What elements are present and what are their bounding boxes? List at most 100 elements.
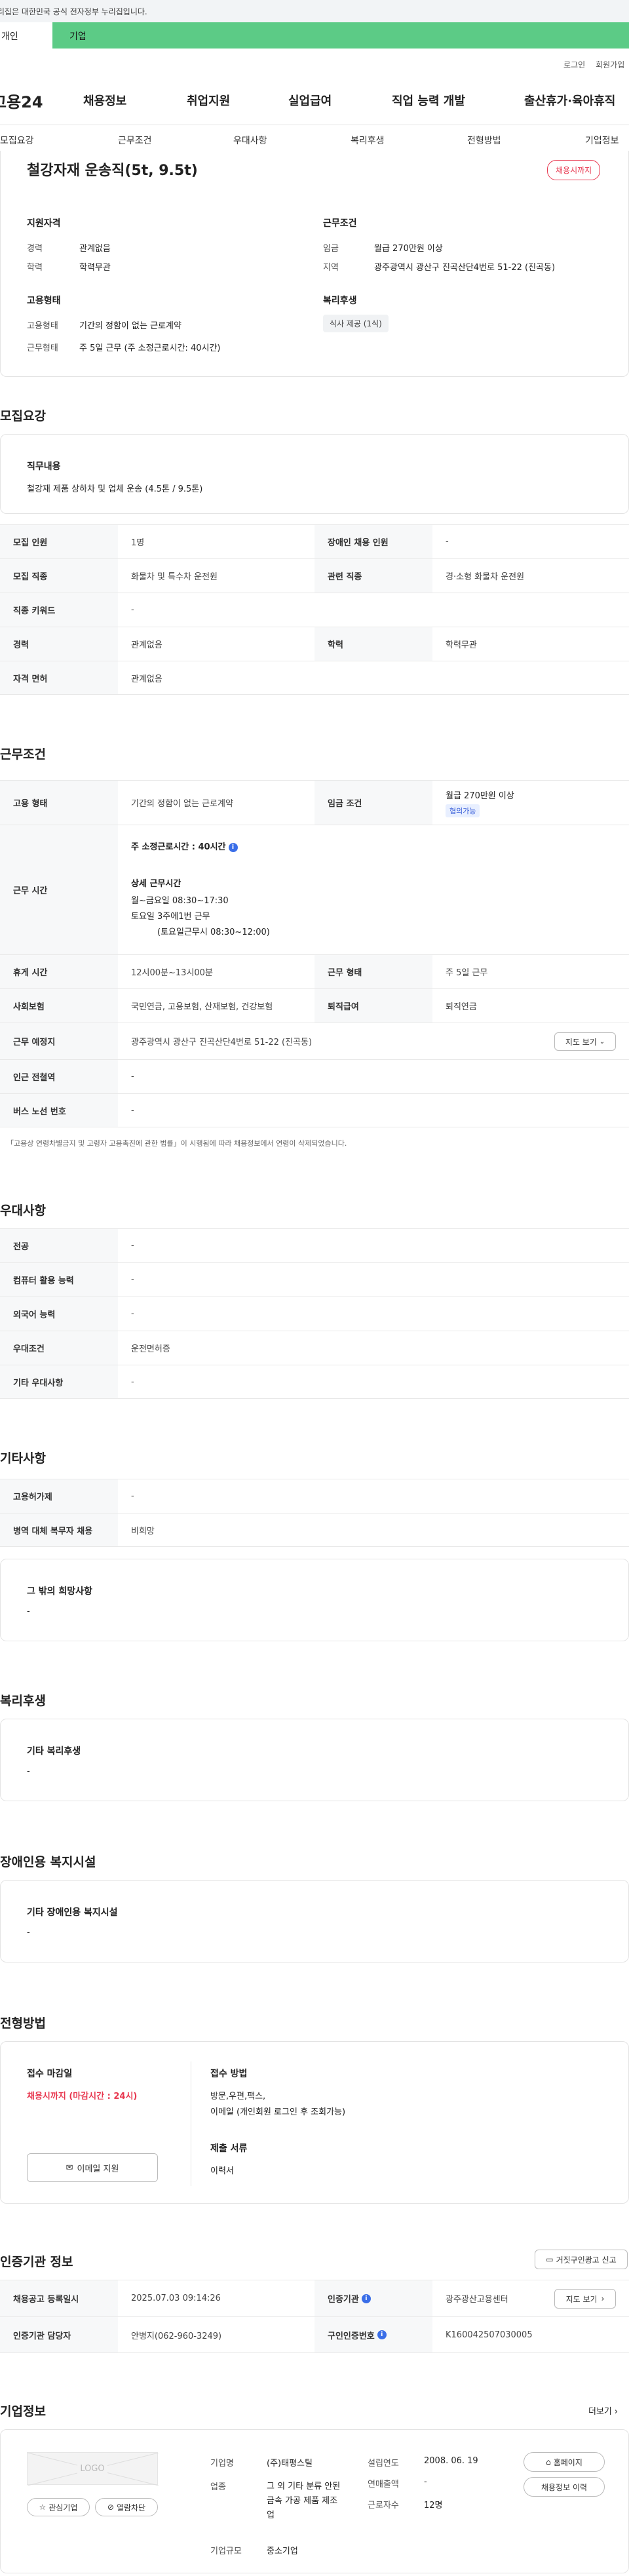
process-section-title: 전형방법 xyxy=(0,2016,46,2031)
document-icon: ▭ xyxy=(546,2255,554,2264)
company-field-value: 12명 xyxy=(424,2501,443,2510)
cond-label: 임금 xyxy=(323,244,339,254)
table-row: 근무 예정지 광주광역시 광산구 진곡산단4번로 51-22 (진곡동) 지도 … xyxy=(0,1023,629,1059)
chevron-right-icon: › xyxy=(614,2407,619,2417)
email-apply-label: 이메일 지원 xyxy=(77,2164,119,2174)
company-more-link[interactable]: 더보기 › xyxy=(588,2404,618,2417)
company-card: LOGO ☆ 관심기업 ⊘ 열람차단 기업명 (주)태평스틸 업종 그 외 기타 분… xyxy=(0,2429,629,2573)
table-row: 우대조건 운전면허증 xyxy=(0,1331,629,1365)
table-header: 인증기관 i xyxy=(314,2280,432,2316)
tab-person[interactable]: 개인 xyxy=(0,22,52,49)
company-field-value: (주)태평스틸 xyxy=(267,2459,313,2469)
company-field-label: 근로자수 xyxy=(368,2501,399,2510)
block-company-button[interactable]: ⊘ 열람차단 xyxy=(95,2498,158,2516)
job-title: 철강자재 운송직(5t, 9.5t) xyxy=(27,163,198,179)
disabled-box-value: - xyxy=(27,1928,30,1938)
company-field-label: 기업명 xyxy=(210,2459,234,2469)
table-header: 사회보험 xyxy=(0,989,118,1023)
table-header: 임금 조건 xyxy=(314,781,432,825)
gnb-item-parental-leave[interactable]: 출산휴가·육아휴직 xyxy=(524,92,615,109)
table-cell: 안병지(062-960-3249) xyxy=(131,2331,222,2341)
utility-links: 로그인 회원가입 xyxy=(563,59,629,70)
negotiable-tag: 협의가능 xyxy=(446,804,480,817)
company-field-value: 그 외 기타 분류 안된 금속 가공 제품 제조업 xyxy=(267,2482,341,2520)
hours-detail-line: 월~금요일 08:30~17:30 xyxy=(131,896,229,906)
hours-detail-line: 토요일 3주에1번 근무 xyxy=(131,912,210,922)
site-logo[interactable]: 고용24 xyxy=(0,89,43,112)
login-link[interactable]: 로그인 xyxy=(563,60,585,69)
qual-label: 학력 xyxy=(27,263,43,273)
map-button[interactable]: 지도 보기 ⌄ xyxy=(554,1032,616,1051)
welfare-heading: 복리후생 xyxy=(323,296,357,306)
table-cell: 12시00분~13시00분 xyxy=(131,968,213,978)
other-wishes-heading: 그 밖의 희망사항 xyxy=(27,1586,92,1597)
company-logo: LOGO xyxy=(27,2452,159,2486)
gnb-item-employment-support[interactable]: 취업지원 xyxy=(187,92,230,109)
job-history-button[interactable]: 채용정보 이력 xyxy=(524,2477,605,2497)
pref-section-title: 우대사항 xyxy=(0,1203,46,1218)
join-link[interactable]: 회원가입 xyxy=(596,60,624,69)
emp-label: 고용형태 xyxy=(27,321,58,331)
table-header: 장애인 채용 인원 xyxy=(314,525,432,558)
info-icon[interactable]: i xyxy=(361,2293,371,2303)
logo-placeholder-text: LOGO xyxy=(77,2463,107,2474)
table-cell: - xyxy=(131,1309,134,1319)
tab-corp[interactable]: 기업 xyxy=(52,22,629,49)
welfare-chip: 식사 제공 (1식) xyxy=(323,315,389,332)
anchor-company[interactable]: 기업정보 xyxy=(585,134,619,147)
anchor-recruit[interactable]: 모집요강 xyxy=(0,134,34,147)
company-field-value: 2008. 06. 19 xyxy=(424,2456,478,2466)
info-icon[interactable]: i xyxy=(228,842,238,852)
agency-map-button[interactable]: 지도 보기 › xyxy=(554,2289,616,2309)
email-apply-button[interactable]: ✉ 이메일 지원 xyxy=(27,2153,158,2182)
gnb-item-jobs[interactable]: 채용정보 xyxy=(83,92,126,109)
table-cell: 화물차 및 특수차 운전원 xyxy=(131,572,218,582)
homepage-button[interactable]: ⌂ 홈페이지 xyxy=(524,2452,605,2472)
gnb-item-vocational-training[interactable]: 직업 능력 개발 xyxy=(392,92,465,109)
chevron-down-icon: ⌄ xyxy=(599,1038,605,1045)
map-button-label: 지도 보기 xyxy=(565,1037,597,1047)
table-header: 근무 예정지 xyxy=(0,1023,118,1059)
table-row: 병역 대체 복무자 채용 비희망 xyxy=(0,1513,629,1547)
table-header: 모집 인원 xyxy=(0,525,118,558)
table-header-label: 인증기관 xyxy=(328,2295,359,2305)
block-company-label: 열람차단 xyxy=(116,2503,146,2512)
wage-value: 월급 270만원 이상 xyxy=(446,791,514,801)
table-cell: 2025.07.03 09:14:26 xyxy=(131,2293,221,2303)
job-desc-box: 직무내용 철강재 제품 상하차 및 업체 운송 (4.5톤 / 9.5톤) xyxy=(0,434,629,514)
table-header: 근무 형태 xyxy=(314,955,432,988)
table-cell: 관계없음 xyxy=(131,640,162,650)
info-icon[interactable]: i xyxy=(377,2330,387,2339)
table-cell: - xyxy=(131,1241,134,1251)
method-heading: 접수 방법 xyxy=(210,2069,248,2079)
table-header: 근무 시간 xyxy=(0,825,118,954)
table-header-label: 구인인증번호 xyxy=(328,2331,375,2341)
table-cell: 국민연금, 고용보험, 산재보험, 건강보험 xyxy=(131,1002,273,1012)
cond-value: 월급 270만원 이상 xyxy=(374,244,443,254)
anchor-welfare[interactable]: 복리후생 xyxy=(351,134,385,147)
job-desc-heading: 직무내용 xyxy=(27,461,61,472)
table-header: 구인인증번호 i xyxy=(314,2317,432,2352)
homepage-label: 홈페이지 xyxy=(553,2457,582,2467)
cond-value: 광주광역시 광산구 진곡산단4번로 51-22 (진곡동) xyxy=(374,263,556,273)
table-header: 학력 xyxy=(314,627,432,661)
gnb-item-unemployment-benefit[interactable]: 실업급여 xyxy=(288,92,332,109)
welfare-section-title: 복리후생 xyxy=(0,1694,46,1708)
wage-cell: 월급 270만원 이상 xyxy=(446,789,514,801)
report-label: 거짓구인광고 신고 xyxy=(556,2255,617,2265)
table-header: 기타 우대사항 xyxy=(0,1365,118,1398)
fav-company-button[interactable]: ☆ 관심기업 xyxy=(27,2498,90,2516)
table-row: 근무 시간 주 소정근로시간 : 40시간 i 상세 근무시간 월~금요일 08:… xyxy=(0,825,629,954)
table-header: 고용 형태 xyxy=(0,781,118,825)
table-cell: - xyxy=(446,537,449,547)
disabled-box-heading: 기타 장애인용 복지시설 xyxy=(27,1907,118,1918)
disabled-section-title: 장애인용 복지시설 xyxy=(0,1855,96,1869)
table-cell: 학력무관 xyxy=(446,640,477,650)
report-fake-ad-button[interactable]: ▭ 거짓구인광고 신고 xyxy=(535,2250,628,2269)
anchor-pref[interactable]: 우대사항 xyxy=(233,134,267,147)
emp-value: 주 5일 근무 (주 소정근로시간: 40시간) xyxy=(79,343,221,353)
company-field-value: 중소기업 xyxy=(267,2547,298,2556)
table-header: 자격 면허 xyxy=(0,661,118,694)
anchor-process[interactable]: 전형방법 xyxy=(467,134,501,147)
anchor-work[interactable]: 근무조건 xyxy=(118,134,152,147)
